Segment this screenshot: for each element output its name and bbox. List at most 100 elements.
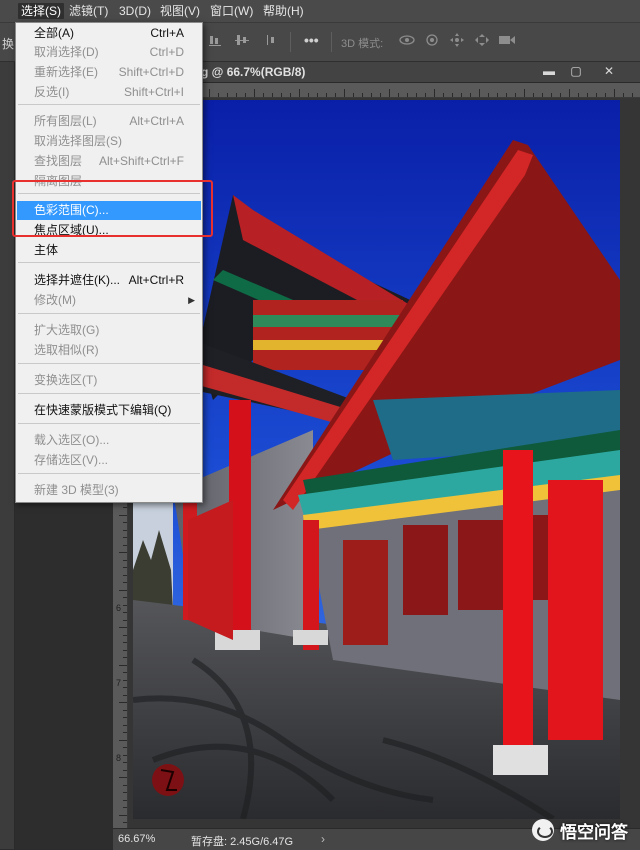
ellipsis-icon[interactable]: ••• xyxy=(304,32,319,48)
select-menu-item[interactable]: 在快速蒙版模式下编辑(Q) xyxy=(17,401,201,420)
menu-item-label: 查找图层 xyxy=(34,154,83,168)
menu-select[interactable]: 选择(S) xyxy=(18,3,64,19)
select-menu-item[interactable]: 修改(M) ▶ xyxy=(17,291,201,310)
menu-item-shortcut: Shift+Ctrl+I xyxy=(123,85,184,99)
menu-view[interactable]: 视图(V) xyxy=(157,3,203,19)
select-menu-item[interactable]: 全部(A) Ctrl+A xyxy=(17,24,201,43)
ruler-tick xyxy=(119,665,127,666)
ruler-tick xyxy=(254,89,255,97)
ruler-tick xyxy=(123,785,127,786)
menu-window[interactable]: 窗口(W) xyxy=(207,3,256,19)
ruler-tick xyxy=(236,93,237,97)
ruler-tick xyxy=(218,93,219,97)
ruler-tick xyxy=(470,93,471,97)
ruler-tick xyxy=(123,582,127,583)
select-menu-item[interactable]: 取消选择图层(S) xyxy=(17,132,201,151)
ruler-tick xyxy=(515,93,516,97)
ruler-tick xyxy=(335,93,336,97)
select-menu-item[interactable]: 重新选择(E) Shift+Ctrl+D xyxy=(17,63,201,82)
3d-pan-icon[interactable] xyxy=(450,33,464,50)
menu-item-shortcut: Alt+Shift+Ctrl+F xyxy=(98,154,184,168)
select-menu-item[interactable]: 主体 xyxy=(17,241,201,260)
menu-separator xyxy=(18,363,200,364)
ruler-mark: 6 xyxy=(116,603,122,613)
select-menu-item[interactable]: 所有图层(L) Alt+Ctrl+A xyxy=(17,112,201,131)
ruler-tick xyxy=(434,89,435,97)
ruler-tick xyxy=(479,89,480,97)
ruler-tick xyxy=(578,93,579,97)
maximize-icon[interactable]: ▢ xyxy=(565,64,587,79)
select-menu-item[interactable]: 取消选择(D) Ctrl+D xyxy=(17,43,201,62)
ruler-tick xyxy=(119,627,127,628)
menu-item-shortcut: Shift+Ctrl+D xyxy=(118,65,184,79)
ruler-tick xyxy=(123,725,127,726)
ruler-tick xyxy=(123,575,127,576)
status-more-arrow[interactable]: › xyxy=(321,832,325,846)
ruler-tick xyxy=(119,515,127,516)
select-menu-item[interactable]: 扩大选取(G) xyxy=(17,321,201,340)
ruler-tick xyxy=(123,537,127,538)
menu-3d[interactable]: 3D(D) xyxy=(116,3,154,19)
ruler-tick xyxy=(123,717,127,718)
menu-help[interactable]: 帮助(H) xyxy=(260,3,307,19)
ruler-tick xyxy=(123,507,127,508)
ruler-tick xyxy=(443,93,444,97)
3d-roll-icon[interactable] xyxy=(425,33,439,50)
ruler-tick xyxy=(245,93,246,97)
watermark: 悟空问答 xyxy=(532,817,628,843)
menu-item-label: 全部(A) xyxy=(34,26,74,40)
align-center-icon[interactable] xyxy=(235,33,249,50)
ruler-tick xyxy=(123,612,127,613)
ruler-tick xyxy=(119,740,127,741)
ruler-tick xyxy=(569,89,570,97)
ruler-tick xyxy=(123,530,127,531)
3d-orbit-icon[interactable] xyxy=(398,33,416,50)
submenu-arrow-icon: ▶ xyxy=(188,295,195,305)
ruler-tick xyxy=(123,642,127,643)
close-icon[interactable]: ✕ xyxy=(598,64,620,79)
ruler-tick xyxy=(425,93,426,97)
menu-separator xyxy=(18,313,200,314)
ruler-tick xyxy=(533,93,534,97)
ruler-tick xyxy=(380,93,381,97)
select-menu-item[interactable]: 变换选区(T) xyxy=(17,371,201,390)
ruler-tick xyxy=(227,93,228,97)
select-menu-item[interactable]: 查找图层 Alt+Shift+Ctrl+F xyxy=(17,152,201,171)
3d-slide-icon[interactable] xyxy=(474,33,490,50)
menu-item-label: 存储选区(V)... xyxy=(34,453,108,467)
ruler-tick xyxy=(326,93,327,97)
ruler-tick xyxy=(632,93,633,97)
ruler-tick xyxy=(123,657,127,658)
select-menu-item[interactable]: 选取相似(R) xyxy=(17,341,201,360)
ruler-tick xyxy=(272,93,273,97)
select-menu-item[interactable]: 反选(I) Shift+Ctrl+I xyxy=(17,83,201,102)
ruler-mark: 8 xyxy=(116,753,122,763)
menu-item-label: 取消选择图层(S) xyxy=(34,134,122,148)
ruler-mark: 7 xyxy=(116,678,122,688)
align-bottom-icon[interactable] xyxy=(208,33,222,50)
ruler-tick xyxy=(596,93,597,97)
3d-camera-icon[interactable] xyxy=(498,33,516,50)
ruler-tick xyxy=(123,770,127,771)
select-menu-item[interactable]: 载入选区(O)... xyxy=(17,431,201,450)
ruler-tick xyxy=(524,89,525,97)
ruler-tick xyxy=(123,567,127,568)
ruler-tick xyxy=(123,710,127,711)
distribute-icon[interactable] xyxy=(265,33,279,50)
select-menu-item[interactable]: 新建 3D 模型(3) xyxy=(17,481,201,500)
ruler-tick xyxy=(506,93,507,97)
minimize-icon[interactable]: ▬ xyxy=(538,64,560,79)
select-menu-item[interactable]: 存储选区(V)... xyxy=(17,451,201,470)
ruler-tick xyxy=(452,93,453,97)
menu-separator xyxy=(18,104,200,105)
ruler-tick xyxy=(123,680,127,681)
zoom-level[interactable]: 66.67% xyxy=(118,833,155,845)
menu-filter[interactable]: 滤镜(T) xyxy=(66,3,111,19)
ruler-tick xyxy=(123,605,127,606)
options-separator xyxy=(331,32,332,52)
menu-separator xyxy=(18,473,200,474)
wukong-logo-icon xyxy=(532,819,554,841)
menu-item-label: 扩大选取(G) xyxy=(34,323,100,337)
watermark-text: 悟空问答 xyxy=(560,822,628,842)
select-menu-item[interactable]: 选择并遮住(K)... Alt+Ctrl+R xyxy=(17,271,201,290)
